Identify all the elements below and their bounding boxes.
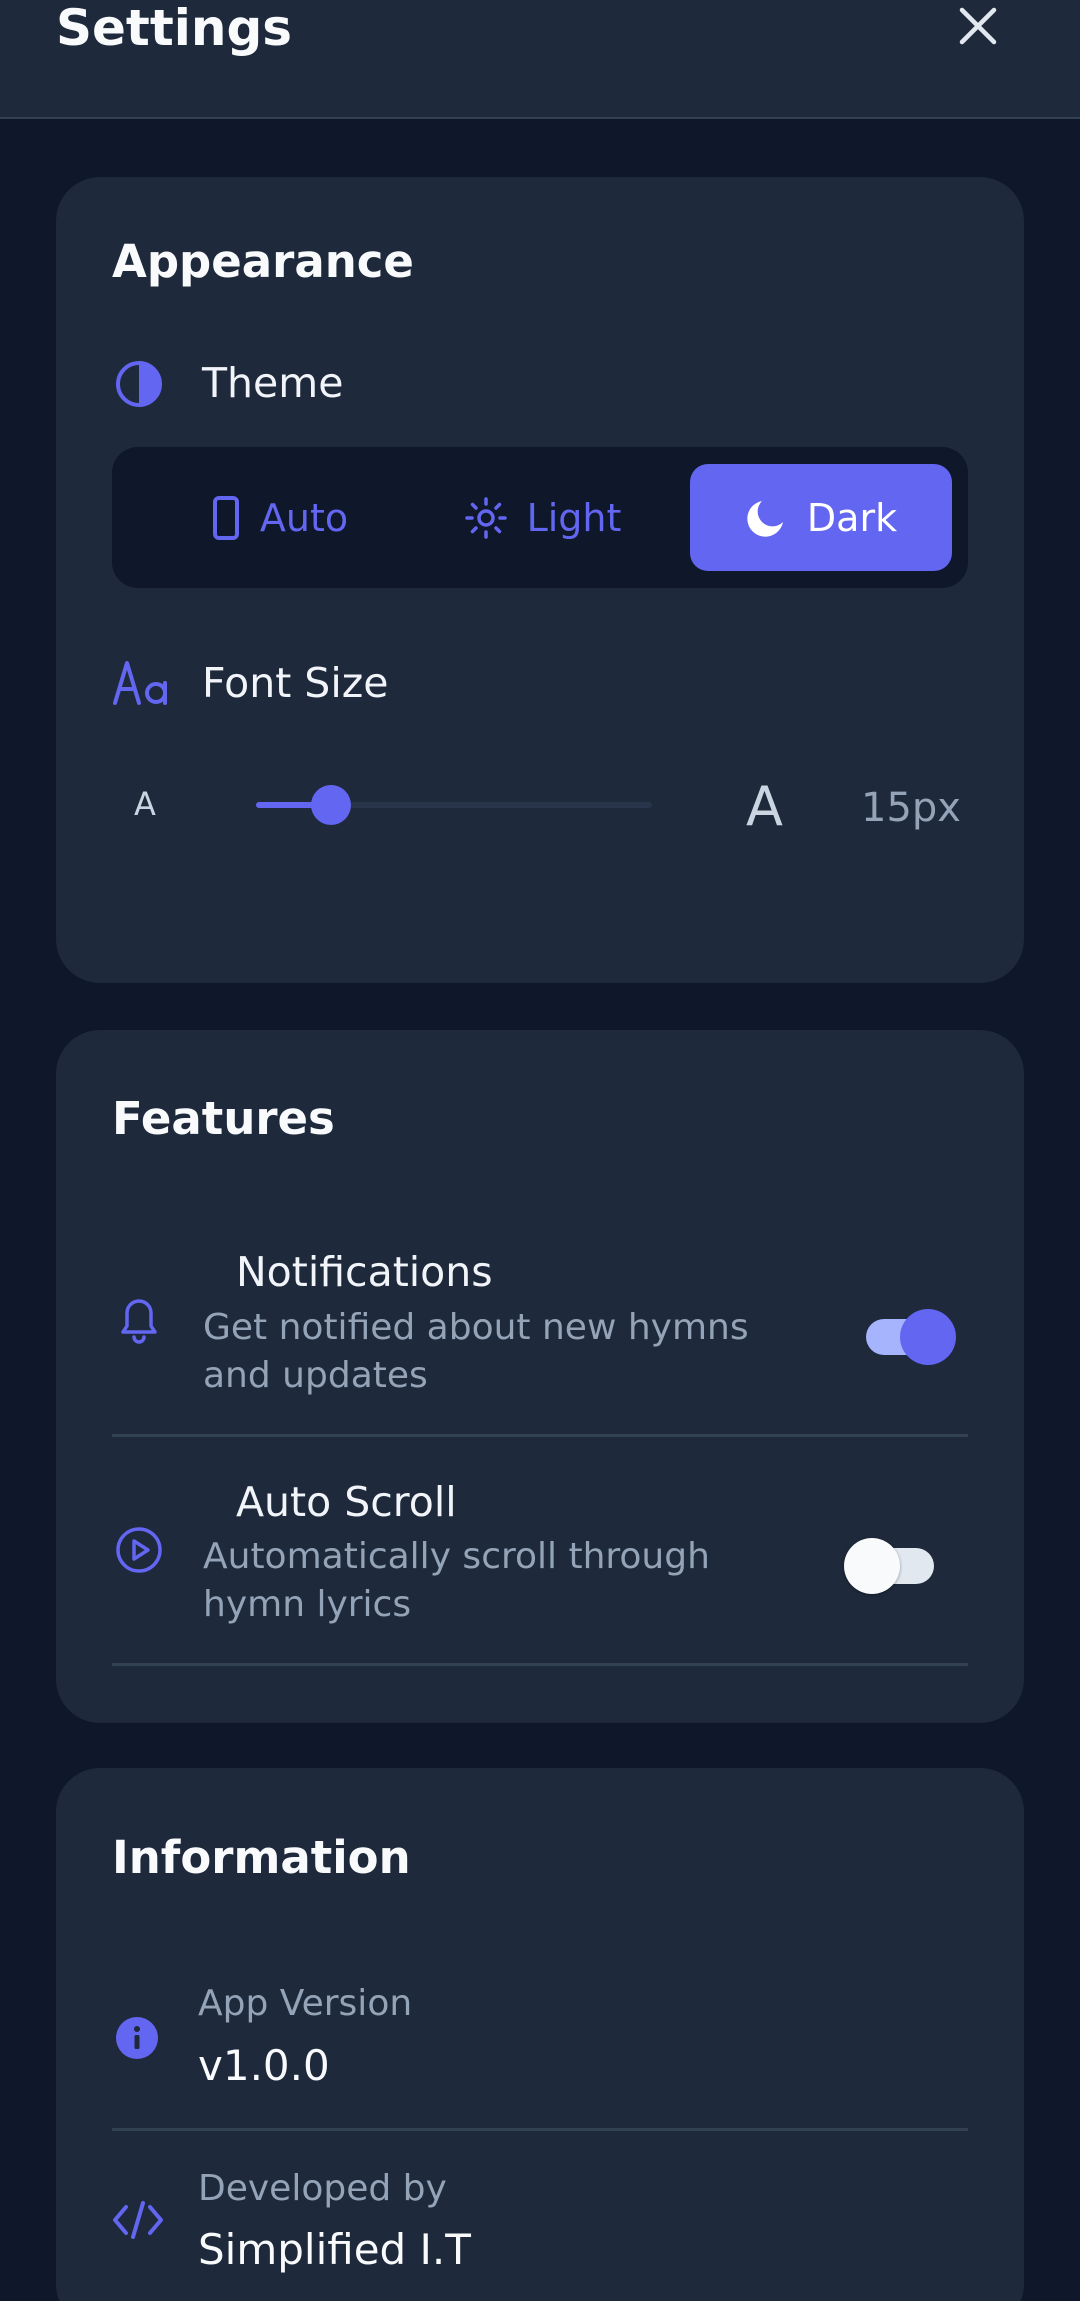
notifications-title: Notifications <box>236 1248 493 1296</box>
auto-scroll-description: Automatically scroll through hymn lyrics <box>203 1536 710 1625</box>
app-version-label: App Version <box>198 1983 413 2024</box>
theme-option-dark[interactable]: Dark <box>690 464 952 571</box>
font-size-value: 15px <box>861 785 961 831</box>
theme-option-auto[interactable]: Auto <box>149 464 411 571</box>
theme-option-light-label: Light <box>526 495 622 540</box>
information-title: Information <box>112 1831 411 1884</box>
settings-header: Settings <box>0 0 1080 119</box>
font-size-icon <box>112 657 172 707</box>
auto-scroll-title: Auto Scroll <box>236 1478 457 1526</box>
theme-option-auto-label: Auto <box>259 495 349 540</box>
app-version-value: v1.0.0 <box>198 2041 330 2090</box>
appearance-title: Appearance <box>112 235 414 288</box>
developer-value: Simplified I.T <box>198 2225 471 2274</box>
code-icon <box>112 2198 164 2242</box>
theme-option-light[interactable]: Light <box>412 464 674 571</box>
features-divider-2 <box>112 1663 968 1666</box>
close-icon <box>959 7 997 45</box>
features-card: Features Notifications Get notified abou… <box>56 1030 1024 1723</box>
close-button[interactable] <box>950 0 1006 52</box>
theme-icon <box>114 359 164 409</box>
info-icon <box>114 2015 160 2061</box>
theme-label: Theme <box>202 359 344 407</box>
font-size-label: Font Size <box>202 659 389 707</box>
sun-icon <box>464 496 507 539</box>
auto-scroll-toggle[interactable] <box>844 1538 946 1594</box>
features-title: Features <box>112 1092 335 1145</box>
information-divider <box>112 2128 968 2131</box>
font-size-small-indicator: A <box>134 785 156 823</box>
notifications-description: Get notified about new hymns and updates <box>203 1307 749 1396</box>
page-title: Settings <box>56 0 293 57</box>
phone-icon <box>212 495 239 540</box>
bell-icon <box>114 1292 164 1346</box>
font-size-slider-thumb[interactable] <box>311 785 352 825</box>
information-card: Information App Version v1.0.0 Developed… <box>56 1768 1024 2301</box>
theme-selector: Auto Light Dark <box>112 447 968 588</box>
moon-icon <box>747 500 783 537</box>
font-size-large-indicator: A <box>746 775 783 838</box>
appearance-card: Appearance Theme Auto Light Dark Font Si… <box>56 177 1024 983</box>
notifications-toggle[interactable] <box>866 1309 966 1365</box>
play-circle-icon <box>114 1525 164 1575</box>
font-size-slider[interactable] <box>256 785 652 825</box>
features-divider-1 <box>112 1434 968 1437</box>
developer-label: Developed by <box>198 2168 447 2209</box>
theme-option-dark-label: Dark <box>806 495 898 540</box>
